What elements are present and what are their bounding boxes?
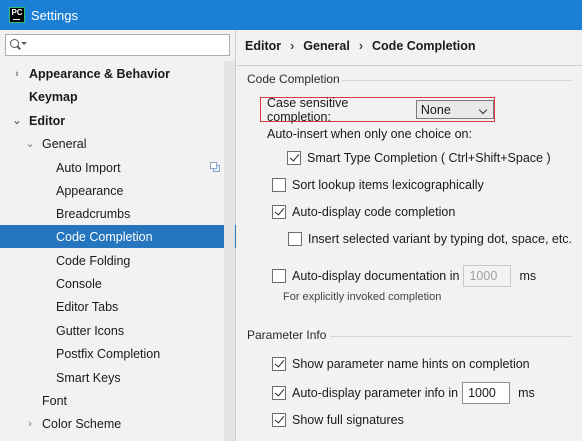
auto-doc-option[interactable]: Auto-display documentation in 1000 ms <box>272 264 536 288</box>
settings-sidebar: › Appearance & Behavior Keymap ⌄ Editor … <box>0 30 236 441</box>
sidebar-item-label: Code Completion <box>56 229 153 244</box>
section-divider <box>330 336 572 337</box>
settings-content: Editor › General › Code Completion Code … <box>237 30 582 441</box>
show-hints-option[interactable]: Show parameter name hints on completion <box>272 354 530 374</box>
full-signatures-option[interactable]: Show full signatures <box>272 410 404 430</box>
smart-type-label: Smart Type Completion ( Ctrl+Shift+Space… <box>307 151 551 165</box>
breadcrumb: Editor › General › Code Completion <box>245 39 475 53</box>
sidebar-item-label: Code Folding <box>56 253 131 268</box>
full-signatures-label: Show full signatures <box>292 413 404 427</box>
sidebar-item-label: Color Scheme <box>42 416 122 431</box>
auto-doc-delay-field[interactable]: 1000 <box>463 265 512 287</box>
sidebar-item-label: General <box>42 136 87 151</box>
sort-lookup-label: Sort lookup items lexicographically <box>292 178 484 192</box>
chevron-down-icon[interactable]: ⌄ <box>25 137 35 150</box>
auto-param-label: Auto-display parameter info in <box>292 386 459 400</box>
auto-display-checkbox[interactable] <box>272 205 286 219</box>
breadcrumb-code-completion: Code Completion <box>372 39 476 53</box>
section-title-parameter-info: Parameter Info <box>247 328 327 342</box>
sidebar-item-code-folding[interactable]: Code Folding <box>0 249 224 272</box>
case-sensitive-dropdown[interactable]: None <box>415 100 494 119</box>
auto-doc-checkbox[interactable] <box>272 269 286 283</box>
insert-selected-checkbox[interactable] <box>288 232 302 246</box>
auto-display-option[interactable]: Auto-display code completion <box>272 202 455 222</box>
chevron-right-icon[interactable]: › <box>12 68 22 80</box>
case-sensitive-label: Case sensitive completion: <box>267 95 349 124</box>
case-sensitive-value: None <box>420 102 451 117</box>
sidebar-item-label: Breadcrumbs <box>56 206 131 221</box>
chevron-down-icon <box>478 105 488 115</box>
sidebar-item-smart-keys[interactable]: Smart Keys <box>0 366 224 389</box>
auto-doc-hint: For explicitly invoked completion <box>283 291 442 303</box>
sidebar-item-label: Auto Import <box>56 160 121 175</box>
insert-selected-label: Insert selected variant by typing dot, s… <box>308 232 573 246</box>
auto-param-unit: ms <box>518 386 535 400</box>
show-hints-label: Show parameter name hints on completion <box>292 357 530 371</box>
sidebar-item-label: Postfix Completion <box>56 346 161 361</box>
breadcrumb-separator-icon: › <box>290 39 295 53</box>
chevron-down-icon[interactable]: ⌄ <box>12 114 22 127</box>
sidebar-item-label: Appearance & Behavior <box>29 66 171 81</box>
sidebar-item-editor-tabs[interactable]: Editor Tabs <box>0 295 224 318</box>
sidebar-item-keymap[interactable]: Keymap <box>0 85 224 108</box>
sidebar-item-label: Smart Keys <box>56 370 121 385</box>
sidebar-item-postfix-completion[interactable]: Postfix Completion <box>0 342 224 365</box>
sort-lookup-checkbox[interactable] <box>272 178 286 192</box>
sidebar-item-editor[interactable]: ⌄ Editor <box>0 109 224 132</box>
show-hints-checkbox[interactable] <box>272 357 286 371</box>
sidebar-item-label: Console <box>56 276 102 291</box>
sidebar-item-auto-import[interactable]: Auto Import <box>0 156 224 179</box>
auto-param-checkbox[interactable] <box>272 386 286 400</box>
sidebar-item-console[interactable]: Console <box>0 272 224 295</box>
section-title-code-completion: Code Completion <box>247 72 340 86</box>
breadcrumb-general[interactable]: General <box>303 39 350 53</box>
auto-display-label: Auto-display code completion <box>292 205 456 219</box>
title-bar: PC Settings <box>0 0 582 30</box>
sidebar-item-code-completion[interactable]: Code Completion <box>0 225 236 248</box>
sidebar-item-font[interactable]: Font <box>0 389 224 412</box>
smart-type-checkbox[interactable] <box>287 151 301 165</box>
auto-doc-label: Auto-display documentation in <box>292 269 460 283</box>
sidebar-item-gutter-icons[interactable]: Gutter Icons <box>0 319 224 342</box>
header-divider <box>237 65 582 66</box>
sidebar-item-label: Editor Tabs <box>56 299 119 314</box>
section-divider <box>342 80 572 81</box>
app-icon-text: PC <box>11 8 23 17</box>
search-icon[interactable] <box>10 38 27 52</box>
insert-selected-option[interactable]: Insert selected variant by typing dot, s… <box>288 229 572 249</box>
pycharm-app-icon: PC <box>9 7 25 23</box>
sidebar-scrollbar[interactable] <box>224 61 235 441</box>
breadcrumb-editor[interactable]: Editor <box>245 39 281 53</box>
sort-lookup-option[interactable]: Sort lookup items lexicographically <box>272 175 484 195</box>
sidebar-item-label: Gutter Icons <box>56 323 125 338</box>
chevron-right-icon[interactable]: › <box>25 418 35 430</box>
window-title: Settings <box>31 7 78 23</box>
sidebar-item-label: Keymap <box>29 89 78 104</box>
sidebar-item-breadcrumbs[interactable]: Breadcrumbs <box>0 202 224 225</box>
sidebar-item-appearance[interactable]: Appearance <box>0 179 224 202</box>
search-field[interactable] <box>26 36 226 54</box>
auto-param-delay-field[interactable]: 1000 <box>462 382 511 404</box>
case-sensitive-highlight: Case sensitive completion: None <box>260 95 495 124</box>
project-scope-icon <box>210 162 220 172</box>
sidebar-item-general[interactable]: ⌄ General <box>0 132 224 155</box>
search-input[interactable] <box>5 34 230 56</box>
smart-type-option[interactable]: Smart Type Completion ( Ctrl+Shift+Space… <box>287 148 551 168</box>
sidebar-item-color-scheme[interactable]: › Color Scheme <box>0 412 224 435</box>
auto-param-option[interactable]: Auto-display parameter info in 1000 ms <box>272 381 535 405</box>
sidebar-item-label: Editor <box>29 113 66 128</box>
sidebar-item-label: Appearance <box>56 183 124 198</box>
sidebar-item-appearance-behavior[interactable]: › Appearance & Behavior <box>0 62 224 85</box>
auto-insert-label: Auto-insert when only one choice on: <box>267 127 472 141</box>
breadcrumb-separator-icon: › <box>358 39 364 53</box>
sidebar-item-label: Font <box>42 393 68 408</box>
full-signatures-checkbox[interactable] <box>272 413 286 427</box>
auto-doc-unit: ms <box>519 269 537 283</box>
